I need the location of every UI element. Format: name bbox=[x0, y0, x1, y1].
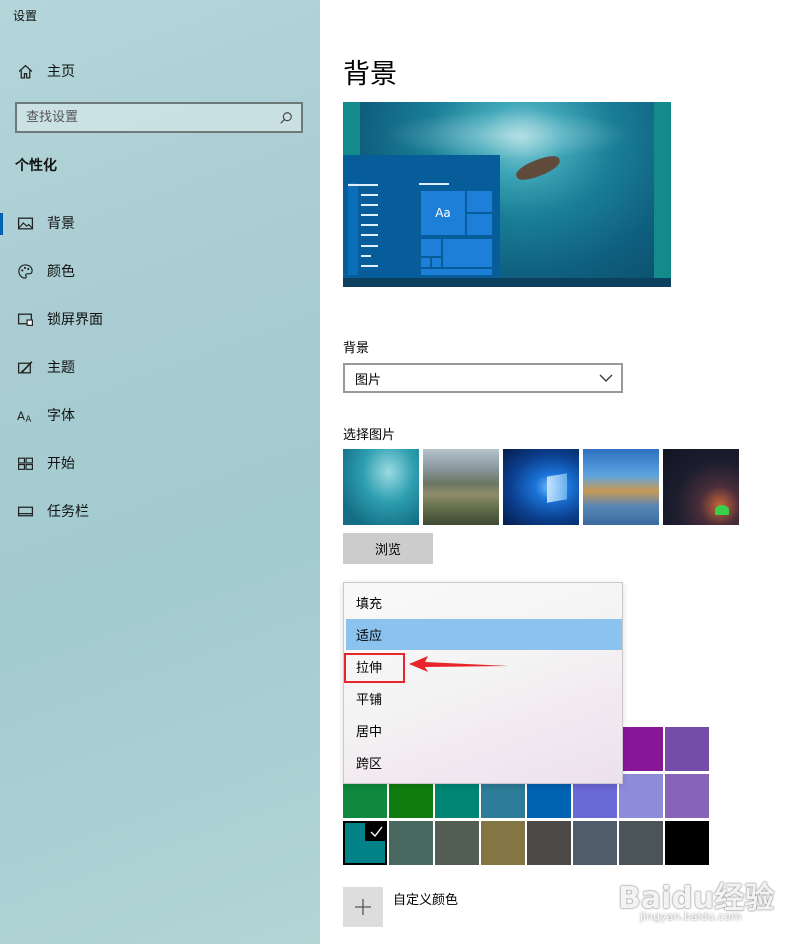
fit-dropdown-menu: 填充 适应 拉伸 平铺 居中 跨区 bbox=[343, 582, 623, 784]
font-icon: AA bbox=[16, 406, 34, 424]
fit-option-span[interactable]: 跨区 bbox=[346, 747, 622, 778]
sidebar-item-taskbar[interactable]: 任务栏 bbox=[0, 495, 320, 527]
color-swatch[interactable] bbox=[389, 821, 433, 865]
color-swatch[interactable] bbox=[665, 774, 709, 818]
background-label: 背景 bbox=[343, 341, 370, 356]
background-type-value: 图片 bbox=[355, 372, 382, 388]
sidebar-item-start[interactable]: 开始 bbox=[0, 447, 320, 479]
sidebar-item-label: 颜色 bbox=[47, 264, 75, 280]
color-swatch[interactable] bbox=[665, 821, 709, 865]
color-swatch[interactable] bbox=[527, 821, 571, 865]
sidebar-item-colors[interactable]: 颜色 bbox=[0, 255, 320, 287]
color-swatch[interactable] bbox=[435, 821, 479, 865]
sidebar-item-label: 背景 bbox=[47, 216, 75, 232]
sidebar-item-label: 锁屏界面 bbox=[47, 312, 103, 328]
sidebar-item-fonts[interactable]: AA 字体 bbox=[0, 399, 320, 431]
page-title: 背景 bbox=[343, 59, 397, 90]
palette-icon bbox=[16, 262, 34, 280]
window-title: 设置 bbox=[13, 9, 38, 23]
watermark-url: jingyan.baidu.com bbox=[640, 910, 742, 923]
color-swatch[interactable] bbox=[619, 821, 663, 865]
search-input[interactable] bbox=[26, 110, 275, 125]
fit-option-fit[interactable]: 适应 bbox=[346, 619, 622, 650]
sidebar-item-label: 任务栏 bbox=[47, 504, 89, 520]
picture-thumbnail-aerial[interactable] bbox=[423, 449, 499, 525]
picture-thumbnail-underwater[interactable] bbox=[343, 449, 419, 525]
browse-button[interactable]: 浏览 bbox=[343, 533, 433, 564]
color-swatch[interactable] bbox=[619, 774, 663, 818]
svg-text:A: A bbox=[17, 408, 25, 422]
custom-color-button[interactable]: 自定义颜色 bbox=[343, 887, 458, 927]
background-type-select[interactable]: 图片 bbox=[343, 363, 623, 393]
sidebar-item-home[interactable]: 主页 bbox=[0, 55, 320, 87]
plus-icon bbox=[343, 887, 383, 927]
svg-text:A: A bbox=[25, 414, 31, 423]
section-title: 个性化 bbox=[15, 158, 57, 174]
annotation-arrow-icon bbox=[409, 656, 509, 672]
color-swatch[interactable] bbox=[665, 727, 709, 771]
sidebar-item-lockscreen[interactable]: 锁屏界面 bbox=[0, 303, 320, 335]
search-box[interactable] bbox=[15, 102, 303, 133]
home-icon bbox=[16, 62, 34, 80]
sidebar-item-label: 主题 bbox=[47, 360, 75, 376]
color-swatch[interactable] bbox=[343, 821, 387, 865]
preview-tile: Aa bbox=[421, 191, 465, 235]
fit-option-center[interactable]: 居中 bbox=[346, 715, 622, 746]
start-icon bbox=[16, 454, 34, 472]
theme-icon bbox=[16, 358, 34, 376]
lockscreen-icon bbox=[16, 310, 34, 328]
sidebar-item-themes[interactable]: 主题 bbox=[0, 351, 320, 383]
preview-start-menu: Aa bbox=[343, 155, 500, 278]
chevron-down-icon bbox=[599, 371, 613, 386]
search-icon[interactable] bbox=[275, 107, 297, 129]
picture-thumbnail-night-sky[interactable] bbox=[663, 449, 739, 525]
picture-thumbnail-beach[interactable] bbox=[583, 449, 659, 525]
sidebar: 设置 主页 个性化 背景 颜色 锁屏界面 主题 bbox=[0, 0, 320, 944]
checkmark-icon bbox=[365, 821, 387, 841]
desktop-preview: Aa bbox=[343, 102, 671, 287]
sidebar-item-label: 主页 bbox=[47, 64, 75, 80]
color-swatch[interactable] bbox=[619, 727, 663, 771]
main-content: 背景 Aa 背景 图片 选择图片 浏览 自定义颜色 bbox=[320, 0, 800, 944]
fit-option-fill[interactable]: 填充 bbox=[346, 587, 622, 618]
sidebar-item-label: 字体 bbox=[47, 408, 75, 424]
sidebar-item-label: 开始 bbox=[47, 456, 75, 472]
choose-picture-label: 选择图片 bbox=[343, 428, 396, 443]
fit-option-tile[interactable]: 平铺 bbox=[346, 683, 622, 714]
custom-color-label: 自定义颜色 bbox=[393, 893, 459, 908]
taskbar-icon bbox=[16, 502, 34, 520]
color-swatch[interactable] bbox=[573, 821, 617, 865]
picture-thumbnail-windows[interactable] bbox=[503, 449, 579, 525]
color-swatch[interactable] bbox=[481, 821, 525, 865]
picture-icon bbox=[16, 214, 34, 232]
preview-taskbar bbox=[343, 278, 671, 287]
sidebar-item-background[interactable]: 背景 bbox=[0, 207, 320, 239]
annotation-highlight-box bbox=[344, 653, 405, 683]
